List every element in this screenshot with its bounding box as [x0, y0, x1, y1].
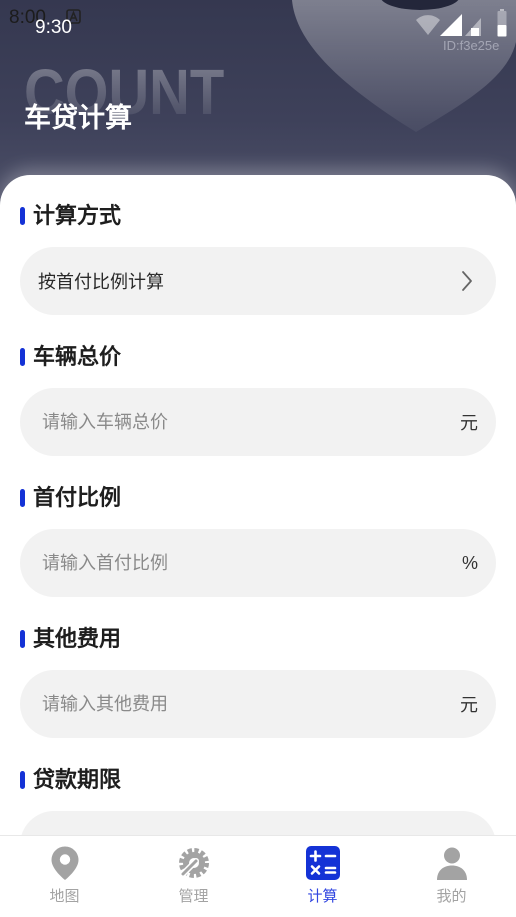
- heart-shape: [292, 0, 516, 132]
- other-fees-unit: 元: [460, 695, 478, 715]
- nav-item-profile[interactable]: 我的: [387, 836, 516, 917]
- signal-icon: [440, 14, 462, 36]
- section-calc-method: 计算方式 按首付比例计算: [0, 202, 516, 315]
- section-indicator-bar: [20, 348, 25, 366]
- down-payment-ratio-input[interactable]: [38, 552, 462, 574]
- person-icon: [436, 847, 467, 880]
- map-pin-icon: [51, 846, 78, 880]
- vehicle-price-unit: 元: [460, 413, 478, 433]
- wifi-icon: [416, 15, 440, 35]
- nav-label: 计算: [307, 888, 338, 905]
- down-payment-unit: %: [461, 552, 478, 573]
- section-label: 首付比例: [33, 485, 122, 510]
- nav-label: 我的: [436, 888, 467, 905]
- device-id: ID:f3e25e: [443, 38, 500, 53]
- bottom-nav: 地图 管理 计算 我的: [0, 835, 516, 917]
- down-payment-field-wrap: %: [20, 529, 496, 597]
- nav-label: 地图: [49, 888, 80, 905]
- chevron-right-icon: [462, 271, 472, 291]
- calc-method-selector[interactable]: 按首付比例计算: [20, 247, 496, 315]
- other-fees-input[interactable]: [38, 693, 460, 715]
- nav-item-calculate[interactable]: 计算: [258, 836, 387, 917]
- section-title: 车辆总价: [20, 343, 496, 371]
- section-title: 首付比例: [20, 484, 496, 512]
- nav-item-map[interactable]: 地图: [0, 836, 129, 917]
- section-indicator-bar: [20, 630, 25, 648]
- other-fees-field-wrap: 元: [20, 670, 496, 738]
- calculator-icon: [305, 846, 340, 880]
- section-vehicle-price: 车辆总价 元: [0, 343, 516, 456]
- section-title: 其他费用: [20, 625, 496, 653]
- section-down-payment-ratio: 首付比例 %: [0, 484, 516, 597]
- nav-item-manage[interactable]: 管理: [129, 836, 258, 917]
- section-indicator-bar: [20, 771, 25, 789]
- section-label: 计算方式: [33, 203, 122, 228]
- section-title: 贷款期限: [20, 766, 496, 794]
- vehicle-price-input[interactable]: [38, 411, 460, 433]
- calc-method-value: 按首付比例计算: [38, 272, 164, 292]
- signal-secondary-icon: [465, 18, 481, 36]
- nav-label: 管理: [178, 888, 209, 905]
- section-label: 车辆总价: [33, 344, 122, 369]
- section-label: 其他费用: [33, 626, 122, 651]
- form-card: 计算方式 按首付比例计算 车辆总价 元 首付比例 %: [0, 175, 516, 917]
- section-indicator-bar: [20, 489, 25, 507]
- section-other-fees: 其他费用 元: [0, 625, 516, 738]
- section-title: 计算方式: [20, 202, 496, 230]
- app-time: 9:30: [35, 17, 72, 38]
- header: COUNT 车贷计算 8:00 9:30 ID:f3e25e: [0, 0, 516, 200]
- section-label: 贷款期限: [33, 767, 122, 792]
- battery-icon: [497, 9, 507, 37]
- vehicle-price-field-wrap: 元: [20, 388, 496, 456]
- section-indicator-bar: [20, 207, 25, 225]
- gear-wrench-icon: [178, 848, 209, 878]
- page-title: 车贷计算: [24, 103, 132, 133]
